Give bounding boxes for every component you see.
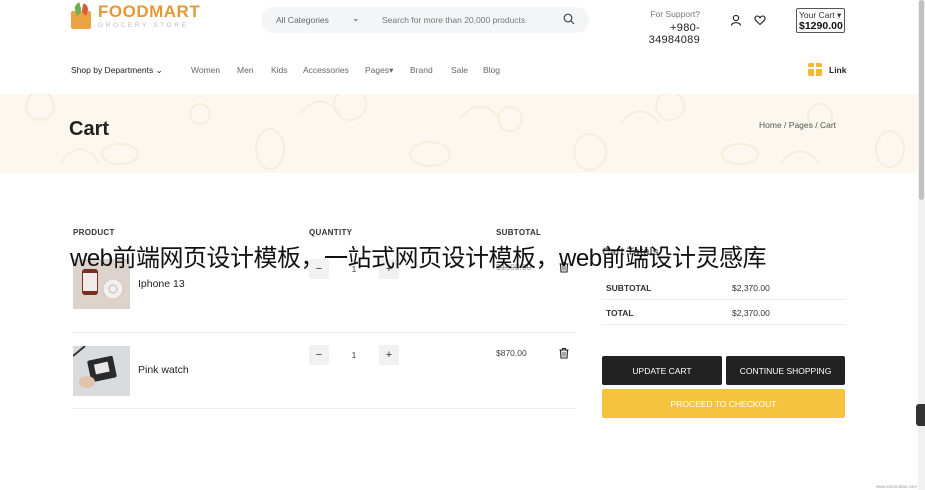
support-label: For Support?	[650, 9, 700, 19]
main-nav: Shop by Departments ⌄ Women Men Kids Acc…	[0, 62, 925, 78]
totals-label: TOTAL	[606, 308, 634, 318]
update-cart-button[interactable]: UPDATE CART	[602, 356, 722, 385]
trash-icon[interactable]	[558, 347, 570, 359]
column-header-product: PRODUCT	[73, 228, 115, 237]
nav-item-accessories[interactable]: Accessories	[303, 65, 349, 75]
table-row: Pink watch − 1 + $870.00	[72, 334, 576, 409]
increase-button[interactable]: +	[379, 345, 399, 365]
support-info: For Support? +980-34984089	[620, 9, 700, 46]
item-subtotal: $870.00	[496, 348, 527, 358]
logo[interactable]: FOODMART GROCERY STORE	[71, 2, 201, 29]
column-header-quantity: QUANTITY	[309, 228, 353, 237]
nav-item-kids[interactable]: Kids	[271, 65, 288, 75]
decrease-button[interactable]: −	[309, 345, 329, 365]
nav-item-sale[interactable]: Sale	[451, 65, 468, 75]
page-title: Cart	[69, 118, 110, 140]
page-banner: Cart Home / Pages / Cart	[0, 94, 918, 173]
continue-shopping-button[interactable]: CONTINUE SHOPPING	[726, 356, 845, 385]
grocery-bag-icon	[71, 2, 93, 29]
caret-down-icon: ▾	[389, 65, 394, 75]
user-icon[interactable]	[727, 11, 745, 29]
breadcrumb-cart: Cart	[819, 120, 837, 130]
gift-icon	[808, 63, 822, 76]
product-image[interactable]	[73, 346, 130, 396]
category-select[interactable]: All Categories	[276, 15, 329, 25]
chevron-down-icon: ⌄	[155, 65, 163, 75]
heart-icon[interactable]	[751, 11, 769, 29]
nav-item-blog[interactable]: Blog	[483, 65, 500, 75]
cart-summary-button[interactable]: Your Cart ▾ $1290.00	[796, 8, 845, 33]
totals-value: $2,370.00	[732, 283, 770, 293]
food-pattern-background	[25, 94, 905, 171]
chevron-down-icon[interactable]: ⌄	[352, 13, 360, 24]
logo-subtitle: GROCERY STORE	[98, 22, 189, 29]
breadcrumb: Home / Pages / Cart	[759, 120, 837, 130]
nav-item-men[interactable]: Men	[237, 65, 254, 75]
cart-label: Your Cart ▾	[799, 10, 842, 20]
totals-row: TOTAL $2,370.00	[602, 300, 845, 325]
corner-watermark: www.cssmoban.com	[876, 484, 918, 489]
nav-item-pages[interactable]: Pages▾	[365, 65, 393, 76]
product-name[interactable]: Iphone 13	[138, 278, 185, 290]
logo-title: FOODMART	[98, 2, 201, 21]
search-input[interactable]: Search for more than 20,000 products	[382, 15, 525, 25]
product-name[interactable]: Pink watch	[138, 364, 189, 376]
totals-row: SUBTOTAL $2,370.00	[602, 275, 845, 300]
site-header: FOODMART GROCERY STORE All Categories ⌄ …	[0, 0, 925, 46]
support-phone[interactable]: +980-34984089	[620, 22, 700, 46]
totals-value: $2,370.00	[732, 308, 770, 318]
breadcrumb-home[interactable]: Home	[759, 120, 782, 130]
column-header-subtotal: SUBTOTAL	[496, 228, 542, 237]
nav-item-women[interactable]: Women	[191, 65, 220, 75]
checkout-button[interactable]: PROCEED TO CHECKOUT	[602, 389, 845, 418]
cart-amount: $1290.00	[799, 20, 843, 32]
quantity-input[interactable]: 1	[329, 350, 379, 360]
quantity-stepper: − 1 +	[309, 345, 399, 365]
watermark-text: web前端网页设计模板，一站式网页设计模板，web前端设计灵感库	[70, 245, 767, 272]
totals-label: SUBTOTAL	[606, 283, 652, 293]
side-widget-tab[interactable]	[916, 404, 925, 426]
scrollbar-thumb[interactable]	[919, 0, 924, 200]
nav-item-brand[interactable]: Brand	[410, 65, 433, 75]
departments-menu[interactable]: Shop by Departments ⌄	[71, 65, 163, 76]
breadcrumb-pages[interactable]: Pages	[789, 120, 813, 130]
search-icon[interactable]	[563, 13, 575, 25]
nav-link[interactable]: Link	[808, 63, 846, 76]
caret-down-icon: ▾	[836, 10, 842, 20]
search-bar: All Categories ⌄ Search for more than 20…	[261, 7, 589, 33]
